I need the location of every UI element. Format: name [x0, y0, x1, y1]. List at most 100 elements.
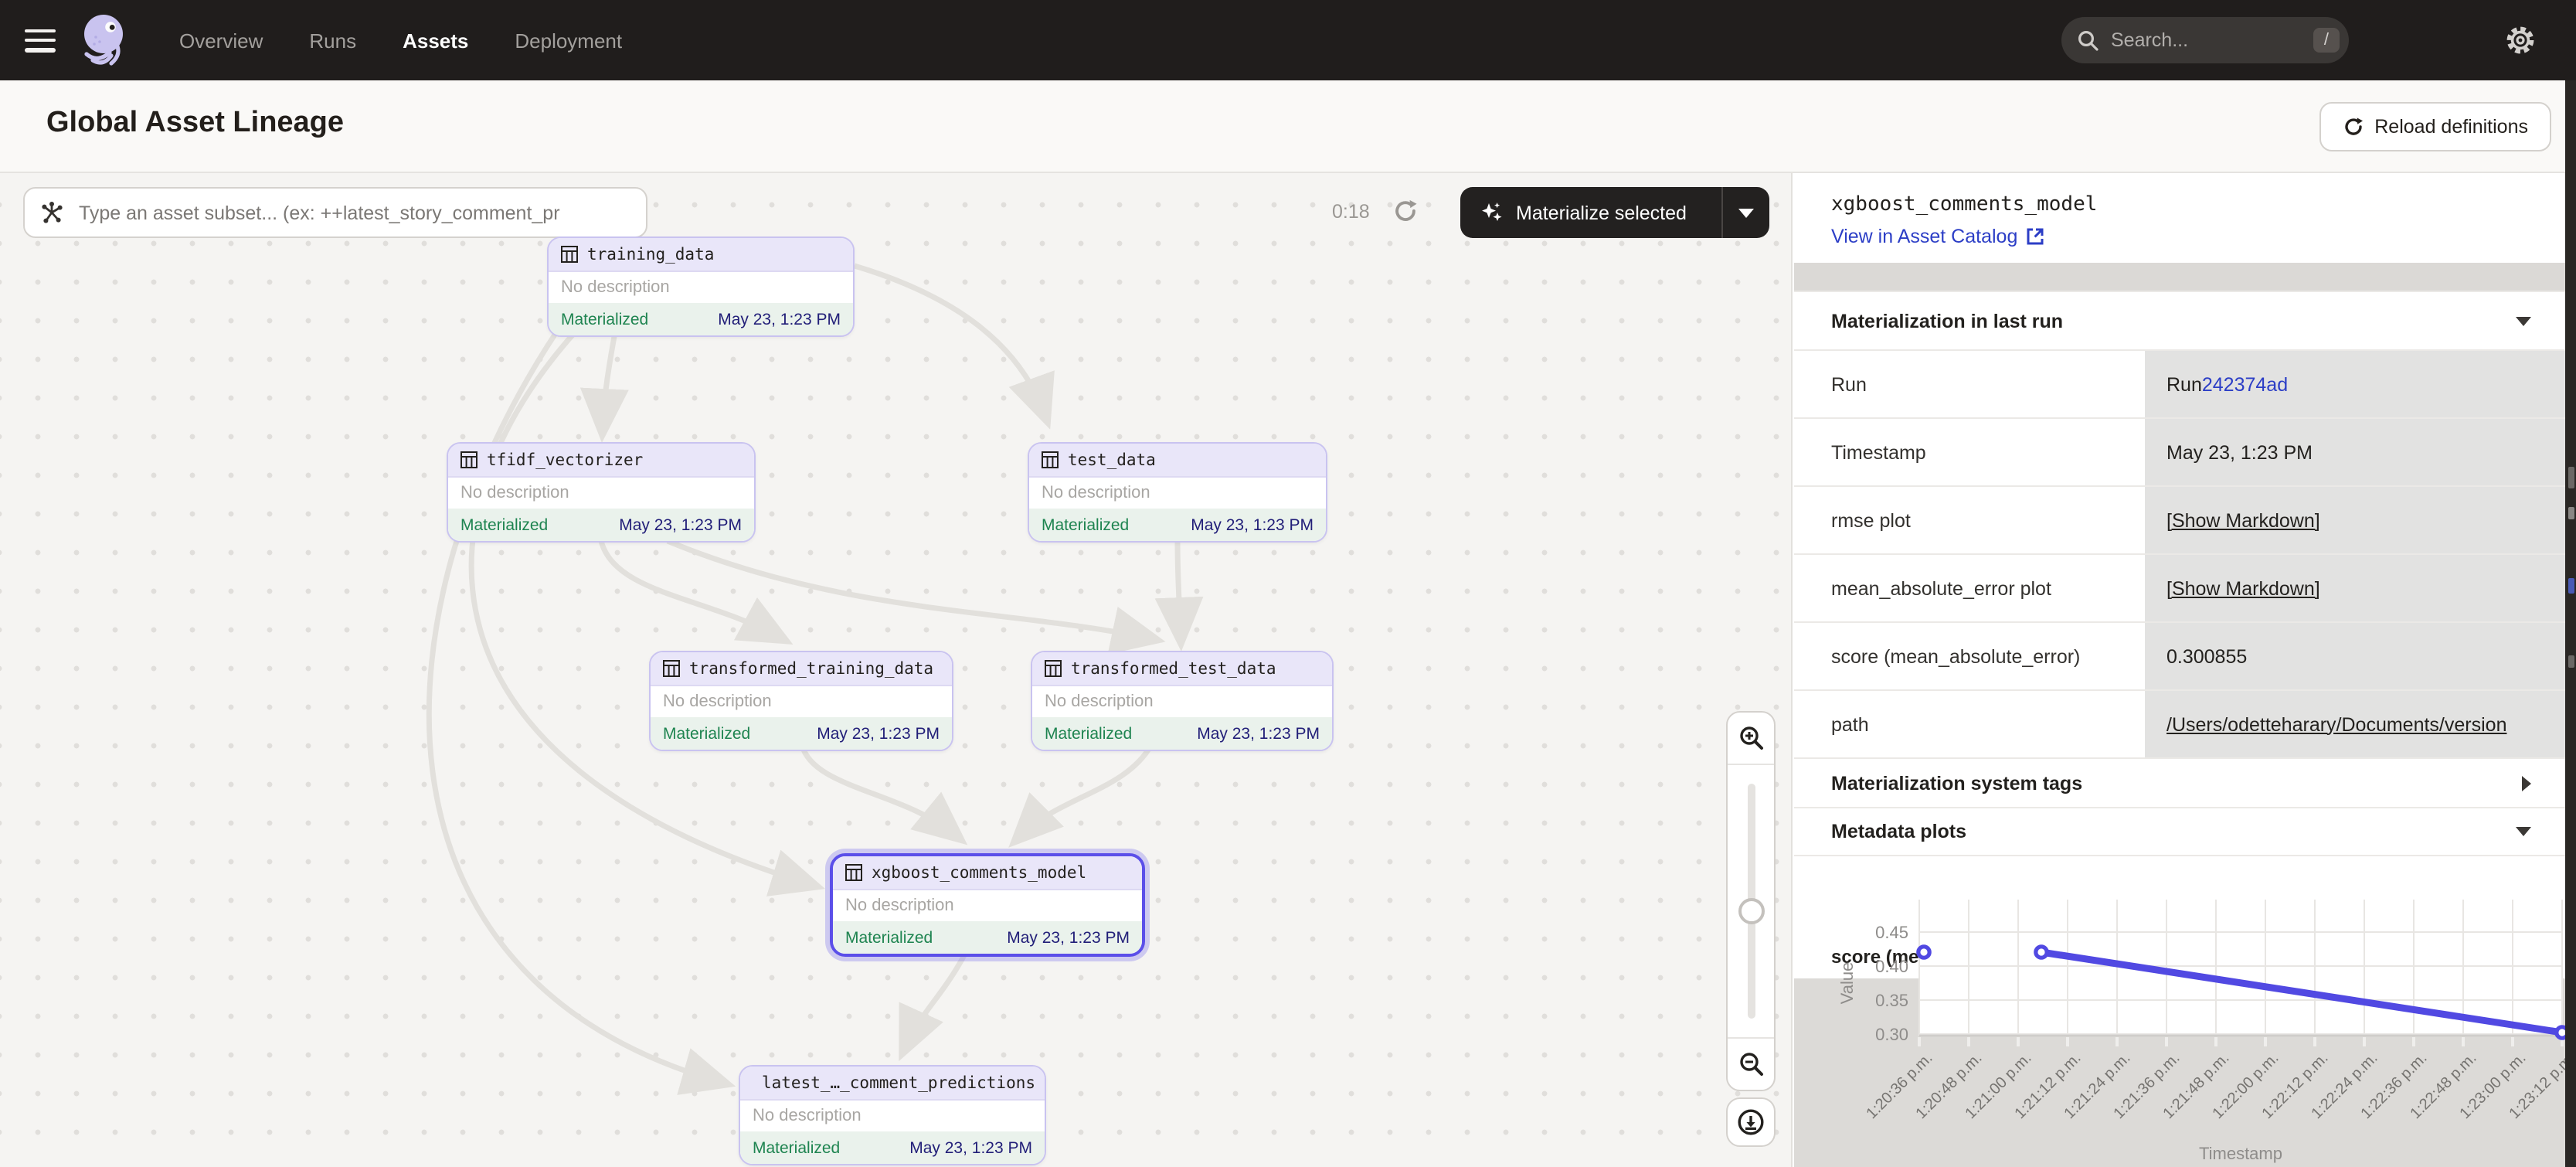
- asset-node-transformed-test-data[interactable]: transformed_test_data No description Mat…: [1031, 651, 1334, 751]
- search-placeholder: Search...: [2111, 29, 2313, 51]
- table-row: path /Users/odetteharary/Documents/versi…: [1794, 691, 2565, 759]
- status-badge: Materialized: [1045, 724, 1132, 743]
- strip-glyph: [2568, 578, 2574, 594]
- reload-definitions-button[interactable]: Reload definitions: [2319, 102, 2551, 151]
- browser-edge-strip: [2565, 80, 2576, 1167]
- data-point[interactable]: [2557, 1027, 2565, 1038]
- asset-subset-input[interactable]: [76, 200, 630, 225]
- settings-gear-icon[interactable]: [2503, 23, 2537, 57]
- svg-text:0.45: 0.45: [1875, 923, 1908, 942]
- table-icon: [845, 864, 862, 881]
- strip-glyph: [2568, 467, 2574, 488]
- x-axis-label: Timestamp: [2199, 1144, 2282, 1163]
- external-link-icon: [2025, 227, 2044, 246]
- asset-node-test-data[interactable]: test_data No description MaterializedMay…: [1028, 442, 1327, 543]
- status-badge: Materialized: [561, 310, 648, 328]
- asset-details-panel: xgboost_comments_model View in Asset Cat…: [1794, 173, 2565, 1167]
- svg-text:0.30: 0.30: [1875, 1025, 1908, 1044]
- zoom-in-button[interactable]: [1728, 713, 1774, 764]
- strip-glyph: [2568, 655, 2574, 668]
- strip-glyph: [2568, 507, 2574, 519]
- nav-item-deployment[interactable]: Deployment: [515, 29, 622, 52]
- nav-item-runs[interactable]: Runs: [309, 29, 356, 52]
- zoom-out-icon: [1738, 1051, 1764, 1077]
- search-icon: [2077, 29, 2099, 51]
- row-value: May 23, 1:23 PM: [2145, 419, 2565, 485]
- status-badge: Materialized: [1042, 515, 1129, 534]
- materialization-time[interactable]: May 23, 1:23 PM: [619, 515, 742, 534]
- asset-node-training-data[interactable]: training_data No description Materialize…: [547, 236, 855, 337]
- download-graph-button[interactable]: [1726, 1097, 1776, 1147]
- materialize-selected-button[interactable]: Materialize selected: [1460, 187, 1769, 238]
- materialize-dropdown-button[interactable]: [1721, 187, 1769, 238]
- node-description: No description: [1032, 686, 1332, 717]
- asset-node-xgboost-comments-model[interactable]: xgboost_comments_model No description Ma…: [830, 853, 1145, 957]
- table-row: Timestamp May 23, 1:23 PM: [1794, 419, 2565, 487]
- refresh-icon: [2342, 116, 2364, 138]
- materialization-time[interactable]: May 23, 1:23 PM: [1197, 724, 1320, 743]
- sparkle-icon: [1480, 201, 1504, 224]
- chevron-right-icon: [2522, 775, 2531, 791]
- asset-node-latest-comment-predictions[interactable]: latest_…_comment_predictions No descript…: [739, 1065, 1046, 1165]
- node-description: No description: [740, 1101, 1045, 1131]
- data-point[interactable]: [1918, 947, 1929, 958]
- selected-asset-title: xgboost_comments_model: [1831, 193, 2097, 216]
- table-icon: [1045, 660, 1062, 677]
- hamburger-menu-icon[interactable]: [25, 29, 56, 52]
- materialization-time[interactable]: May 23, 1:23 PM: [1191, 515, 1313, 534]
- show-markdown-link[interactable]: [Show Markdown]: [2166, 509, 2320, 531]
- global-search-input[interactable]: Search... /: [2061, 17, 2349, 63]
- zoom-slider-thumb[interactable]: [1738, 898, 1764, 924]
- zoom-slider[interactable]: [1728, 764, 1774, 1039]
- path-link[interactable]: /Users/odetteharary/Documents/version: [2166, 713, 2506, 735]
- node-description: No description: [1029, 478, 1326, 509]
- asset-node-tfidf-vectorizer[interactable]: tfidf_vectorizer No description Material…: [447, 442, 756, 543]
- table-row: mean_absolute_error plot [Show Markdown]: [1794, 555, 2565, 623]
- row-value: 0.300855: [2145, 623, 2565, 689]
- page-header: Global Asset Lineage Reload definitions: [0, 80, 2576, 173]
- refresh-timer: 0:18: [1332, 201, 1370, 223]
- download-icon: [1737, 1108, 1765, 1136]
- section-materialization-system-tags[interactable]: Materialization system tags: [1794, 757, 2565, 807]
- horizontal-scrollbar[interactable]: [1794, 263, 2565, 291]
- zoom-out-button[interactable]: [1728, 1039, 1774, 1090]
- materialization-time[interactable]: May 23, 1:23 PM: [1007, 928, 1130, 947]
- table-icon: [663, 660, 680, 677]
- table-icon: [460, 451, 477, 468]
- section-metadata-plots[interactable]: Metadata plots: [1794, 807, 2565, 856]
- graph-zoom-controls: [1726, 711, 1776, 1091]
- page-title: Global Asset Lineage: [46, 107, 344, 141]
- svg-text:0.40: 0.40: [1875, 957, 1908, 976]
- node-description: No description: [448, 478, 754, 509]
- asset-node-transformed-training-data[interactable]: transformed_training_data No description…: [649, 651, 953, 751]
- nav-item-overview[interactable]: Overview: [179, 29, 263, 52]
- materialization-time[interactable]: May 23, 1:23 PM: [718, 310, 841, 328]
- chevron-down-icon: [2516, 316, 2531, 325]
- section-materialization-last-run[interactable]: Materialization in last run: [1794, 291, 2565, 349]
- table-icon: [561, 246, 578, 263]
- materialization-time[interactable]: May 23, 1:23 PM: [817, 724, 940, 743]
- asset-subset-filter[interactable]: [23, 187, 647, 238]
- run-id-link[interactable]: 242374ad: [2202, 373, 2288, 395]
- node-description: No description: [549, 272, 853, 303]
- node-description: No description: [651, 686, 952, 717]
- dagster-app: Overview Runs Assets Deployment Search..…: [0, 0, 2576, 1167]
- row-label: Timestamp: [1794, 419, 2145, 485]
- table-row: Run Run 242374ad: [1794, 351, 2565, 419]
- data-point[interactable]: [2036, 947, 2047, 958]
- row-label: path: [1794, 691, 2145, 757]
- nav-item-assets[interactable]: Assets: [403, 29, 468, 52]
- status-badge: Materialized: [753, 1138, 840, 1157]
- table-icon: [1042, 451, 1059, 468]
- node-description: No description: [833, 890, 1142, 921]
- y-axis-label: Value: [1837, 962, 1857, 1005]
- view-in-asset-catalog-link[interactable]: View in Asset Catalog: [1831, 226, 2044, 247]
- asset-lineage-canvas[interactable]: 0:18 Materialize selected training_data …: [0, 173, 1793, 1167]
- show-markdown-link[interactable]: [Show Markdown]: [2166, 577, 2320, 599]
- top-nav: Overview Runs Assets Deployment Search..…: [0, 0, 2576, 80]
- materialization-time[interactable]: May 23, 1:23 PM: [909, 1138, 1032, 1157]
- row-label: score (mean_absolute_error): [1794, 623, 2145, 689]
- dagster-logo-icon[interactable]: [77, 12, 133, 68]
- svg-text:0.35: 0.35: [1875, 991, 1908, 1010]
- refresh-graph-icon[interactable]: [1392, 198, 1419, 224]
